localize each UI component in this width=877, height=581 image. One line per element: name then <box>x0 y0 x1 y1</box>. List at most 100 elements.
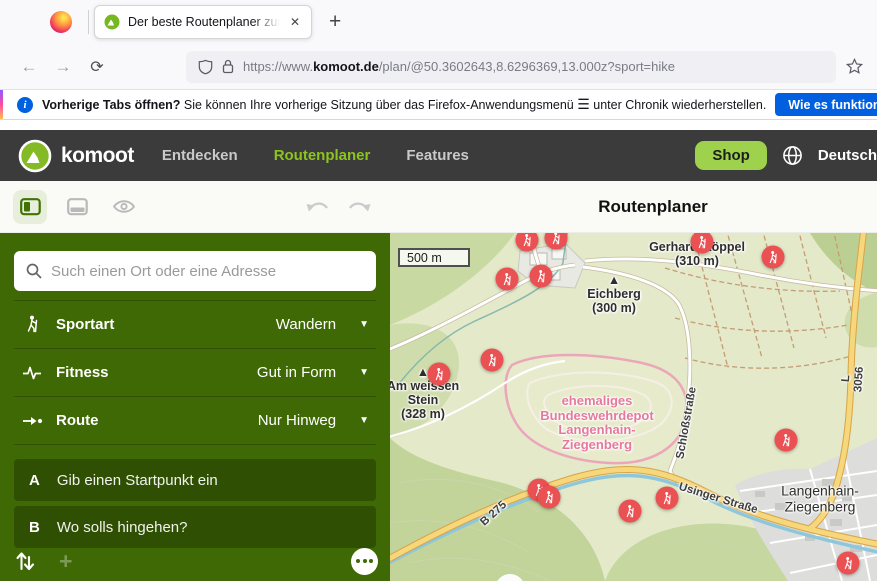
header-right: Shop Deutsch <box>695 141 877 170</box>
map-marker-hiker[interactable] <box>530 265 553 288</box>
globe-icon[interactable] <box>782 145 803 166</box>
page-content: komoot Entdecken Routenplaner Features S… <box>0 130 877 581</box>
map-scale: 500 m <box>398 248 470 267</box>
komoot-logo[interactable] <box>18 139 52 173</box>
komoot-header: komoot Entdecken Routenplaner Features S… <box>0 130 877 181</box>
eye-icon <box>112 198 136 215</box>
language-selector[interactable]: Deutsch <box>818 147 877 164</box>
swap-waypoints-icon[interactable] <box>16 550 35 572</box>
tab-title: Der beste Routenplaner zum Ra <box>128 15 280 29</box>
bookmark-star-icon[interactable] <box>846 58 863 75</box>
map-marker-hiker[interactable] <box>538 486 561 509</box>
hiker-glyph <box>501 272 514 286</box>
map-marker-hiker[interactable] <box>656 487 679 510</box>
waypoint-destination-field[interactable]: B Wo solls hingehen? <box>14 506 376 548</box>
forward-button[interactable]: → <box>46 57 80 77</box>
add-waypoint-button[interactable]: + <box>59 551 72 571</box>
tab-close-icon[interactable]: ✕ <box>288 15 302 29</box>
search-input[interactable] <box>51 263 364 280</box>
sidebar-bottom-actions: + <box>16 546 378 576</box>
map-marker-hiker[interactable] <box>496 268 519 291</box>
hiker-glyph <box>521 233 534 247</box>
lock-icon[interactable] <box>222 59 234 74</box>
hiker-glyph <box>624 504 637 518</box>
chevron-down-icon: ▼ <box>359 319 369 330</box>
waypoint-key: A <box>29 472 40 489</box>
planner-content: Sportart Wandern ▼ Fitness Gut in Form ▼ <box>0 233 877 581</box>
redo-button[interactable] <box>341 190 375 224</box>
nav-features[interactable]: Features <box>406 147 469 164</box>
setting-value: Nur Hinweg <box>258 412 336 429</box>
url-text[interactable]: https://www.komoot.de/plan/@50.3602643,8… <box>243 59 675 74</box>
reload-button[interactable]: ⟳ <box>80 57 114 77</box>
navigation-bar: ← → ⟳ https://www.komoot.de/plan/@50.360… <box>0 44 877 90</box>
undo-button[interactable] <box>302 190 336 224</box>
nav-entdecken[interactable]: Entdecken <box>162 147 238 164</box>
hiker-glyph <box>767 250 780 264</box>
setting-value: Wandern <box>276 316 336 333</box>
location-search[interactable] <box>14 251 376 291</box>
redo-icon <box>345 199 371 215</box>
how-it-works-button[interactable]: Wie es funktioniert <box>775 93 877 116</box>
sidebar-toggle-button[interactable] <box>13 190 47 224</box>
page-title: Routenplaner <box>598 197 708 217</box>
map-label: Langenhain- Ziegenberg <box>781 483 859 514</box>
map-marker-hiker[interactable] <box>762 246 785 269</box>
shield-icon[interactable] <box>198 59 213 75</box>
hiker-glyph <box>486 353 499 367</box>
map-label: ehemaliges Bundeswehrdepot Langenhain- Z… <box>540 394 653 452</box>
browser-tab[interactable]: Der beste Routenplaner zum Ra ✕ <box>94 5 312 39</box>
route-arrow-icon <box>21 414 43 428</box>
waypoint-placeholder: Gib einen Startpunkt ein <box>57 472 218 489</box>
hamburger-menu-icon: ☰ <box>577 96 590 112</box>
more-options-button[interactable] <box>351 548 378 575</box>
session-restore-infobar: i Vorherige Tabs öffnen? Sie können Ihre… <box>0 90 877 120</box>
setting-label: Route <box>56 412 99 429</box>
map-marker-hiker[interactable] <box>619 500 642 523</box>
planner-sidebar: Sportart Wandern ▼ Fitness Gut in Form ▼ <box>0 233 390 581</box>
hiker-glyph <box>661 491 674 505</box>
tab-divider <box>88 10 89 34</box>
setting-label: Sportart <box>56 316 114 333</box>
hiker-glyph <box>696 235 709 249</box>
map-canvas[interactable]: 500 m Gerhardsköppel (310 m)▲ Eichberg (… <box>390 233 877 581</box>
map-label: ▲ Eichberg (300 m) <box>587 273 641 315</box>
undo-icon <box>306 199 332 215</box>
map-marker-hiker[interactable] <box>775 429 798 452</box>
url-bar[interactable]: https://www.komoot.de/plan/@50.3602643,8… <box>186 51 836 83</box>
map-marker-hiker[interactable] <box>428 363 451 386</box>
map-label: L 3056 <box>839 365 866 392</box>
setting-row-fitness[interactable]: Fitness Gut in Form ▼ <box>14 348 376 396</box>
chevron-down-icon: ▼ <box>359 367 369 378</box>
bottom-panel-toggle-button[interactable] <box>60 190 94 224</box>
back-button[interactable]: ← <box>12 57 46 77</box>
planner-toolbar: Routenplaner <box>0 181 877 233</box>
firefox-icon[interactable] <box>50 11 72 33</box>
setting-row-route[interactable]: Route Nur Hinweg ▼ <box>14 396 376 444</box>
hiker-glyph <box>433 367 446 381</box>
tour-settings: Sportart Wandern ▼ Fitness Gut in Form ▼ <box>14 300 376 445</box>
hiker-glyph <box>550 233 563 245</box>
nav-routenplaner[interactable]: Routenplaner <box>274 147 371 164</box>
shop-button[interactable]: Shop <box>695 141 767 170</box>
new-tab-button[interactable]: + <box>329 10 341 34</box>
brand-name[interactable]: komoot <box>61 144 134 168</box>
map-marker-hiker[interactable] <box>837 552 860 575</box>
info-icon: i <box>17 97 33 113</box>
komoot-favicon <box>104 14 120 30</box>
setting-label: Fitness <box>56 364 109 381</box>
infobar-message: Vorherige Tabs öffnen? Sie können Ihre v… <box>42 96 766 113</box>
hiker-glyph <box>543 490 556 504</box>
visibility-toggle-button[interactable] <box>107 190 141 224</box>
pulse-icon <box>21 365 43 381</box>
map-marker-hiker[interactable] <box>481 349 504 372</box>
setting-row-sportart[interactable]: Sportart Wandern ▼ <box>14 300 376 348</box>
waypoint-start-field[interactable]: A Gib einen Startpunkt ein <box>14 459 376 501</box>
panel-left-icon <box>20 198 41 216</box>
hiker-glyph <box>535 269 548 283</box>
waypoint-key: B <box>29 519 40 536</box>
browser-window: Der beste Routenplaner zum Ra ✕ + ← → ⟳ … <box>0 0 877 581</box>
setting-value: Gut in Form <box>257 364 336 381</box>
hiker-glyph <box>780 433 793 447</box>
hiker-glyph <box>842 556 855 570</box>
